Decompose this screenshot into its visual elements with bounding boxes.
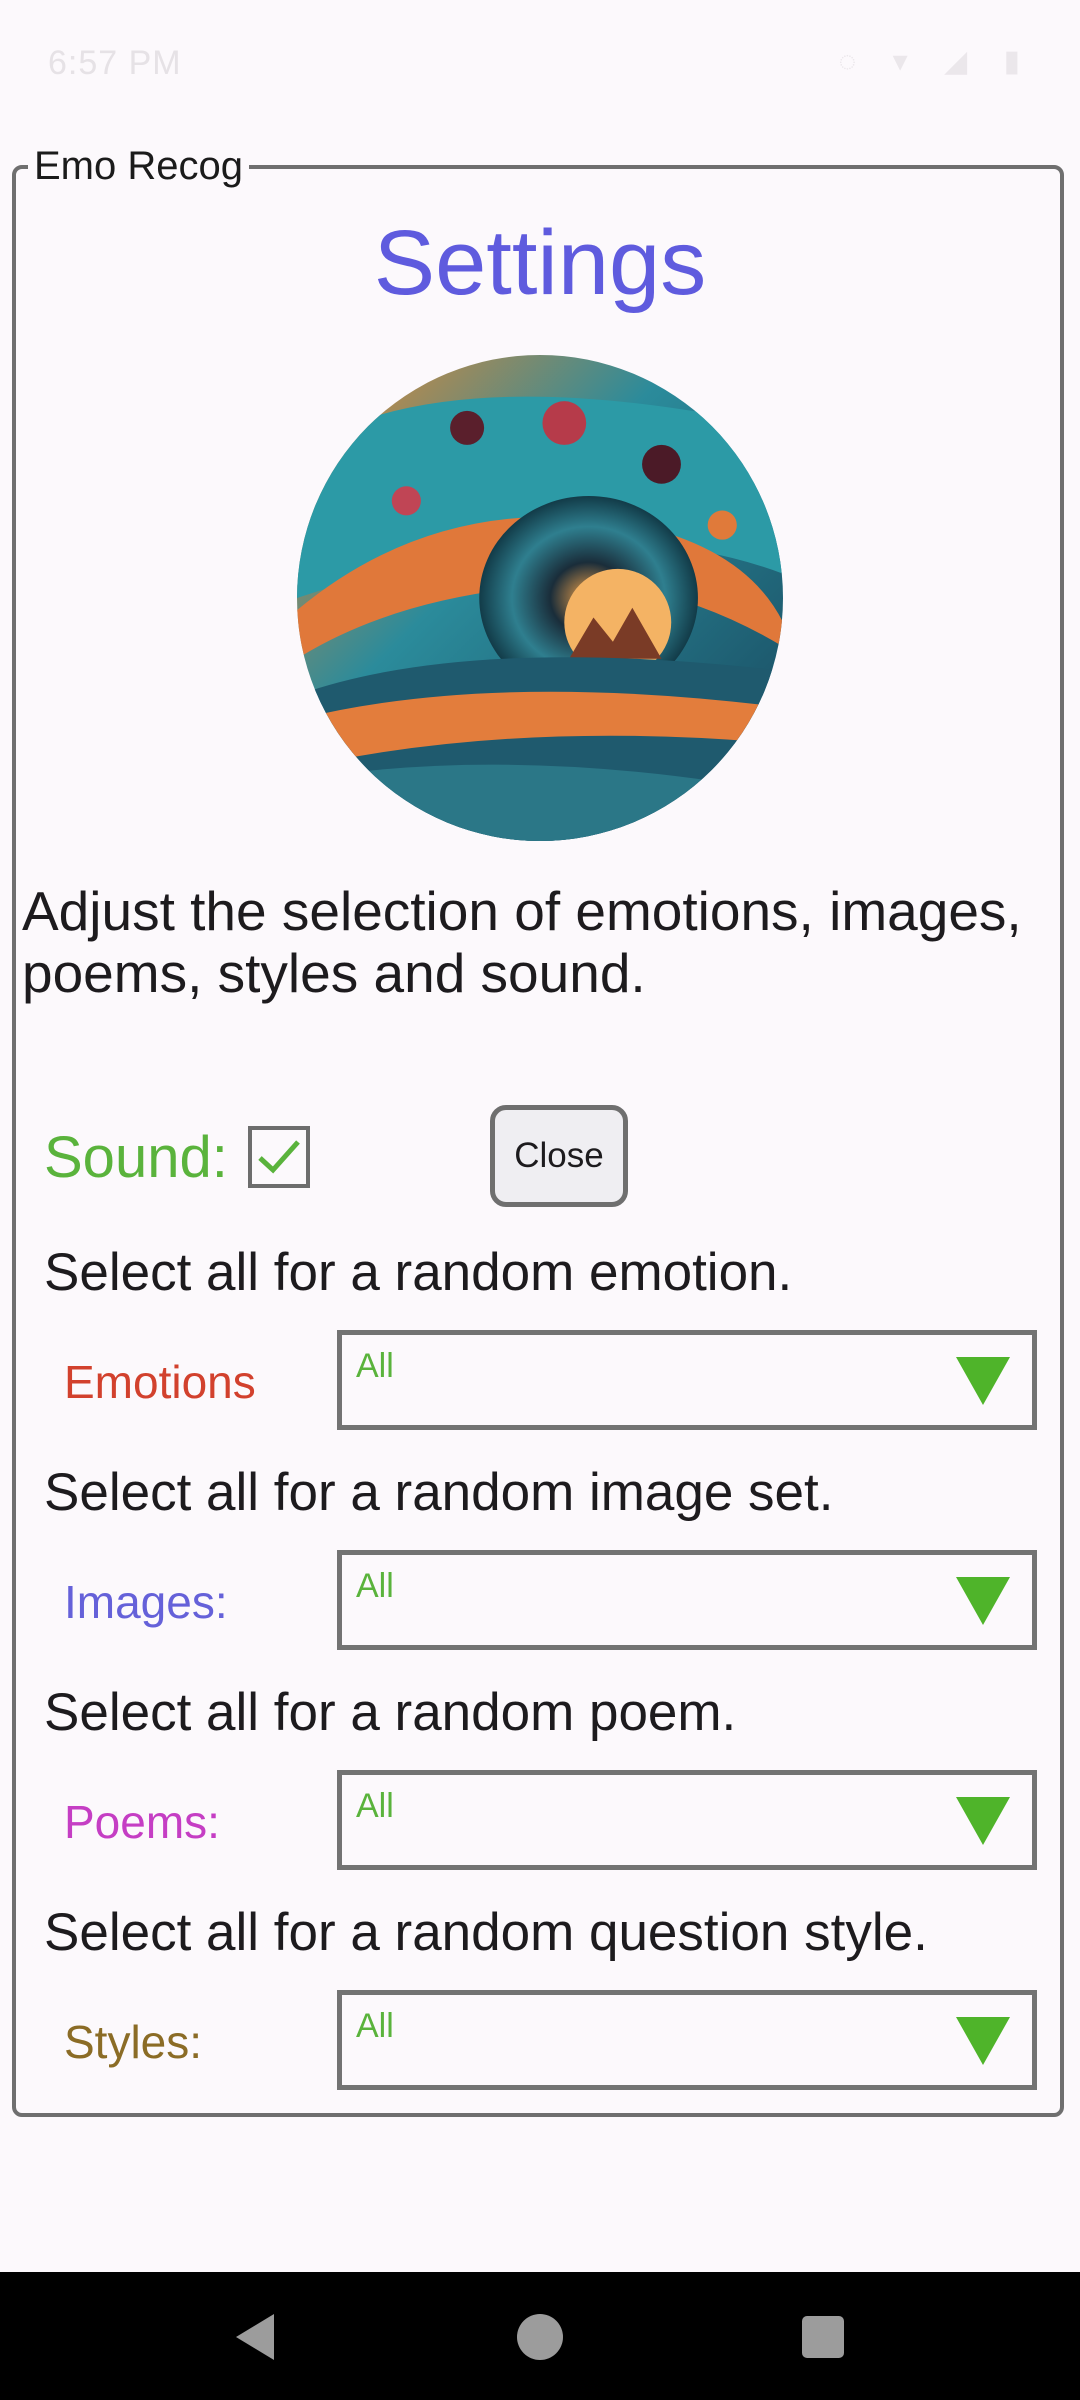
poems-hint: Select all for a random poem. — [44, 1683, 737, 1742]
emotions-select-value: All — [356, 1347, 394, 1385]
sound-checkbox[interactable] — [248, 1126, 310, 1188]
images-hint: Select all for a random image set. — [44, 1463, 834, 1522]
styles-label: Styles: — [64, 2016, 203, 2068]
check-icon — [258, 1140, 300, 1174]
eye-artwork — [297, 355, 783, 841]
intro-text: Adjust the selection of emotions, images… — [22, 880, 1022, 1004]
status-icons: ◌ ▾ ◢ ▮ — [838, 45, 1034, 78]
triangle-down-icon — [956, 1577, 1010, 1625]
triangle-down-icon — [956, 2017, 1010, 2065]
emotions-label: Emotions — [64, 1356, 256, 1408]
styles-select[interactable]: All — [337, 1990, 1037, 2090]
images-select-value: All — [356, 1567, 394, 1605]
emotions-hint: Select all for a random emotion. — [44, 1243, 793, 1302]
images-select[interactable]: All — [337, 1550, 1037, 1650]
emotions-select[interactable]: All — [337, 1330, 1037, 1430]
images-label: Images: — [64, 1576, 228, 1628]
home-icon[interactable] — [505, 2302, 575, 2372]
status-bar: 6:57 PM ◌ ▾ ◢ ▮ — [0, 0, 1080, 130]
poems-select[interactable]: All — [337, 1770, 1037, 1870]
navigation-bar — [0, 2272, 1080, 2400]
page-title: Settings — [373, 212, 707, 314]
poems-label: Poems: — [64, 1796, 220, 1848]
close-button[interactable]: Close — [490, 1105, 628, 1207]
styles-hint: Select all for a random question style. — [44, 1903, 928, 1962]
status-time: 6:57 PM — [48, 44, 182, 82]
sound-label: Sound: — [44, 1125, 228, 1190]
eye-artwork-image — [297, 355, 783, 841]
triangle-down-icon — [956, 1797, 1010, 1845]
dialog-legend: Emo Recog — [28, 143, 249, 189]
styles-select-value: All — [356, 2007, 394, 2045]
back-icon[interactable] — [222, 2302, 292, 2372]
triangle-down-icon — [956, 1357, 1010, 1405]
recents-icon[interactable] — [788, 2302, 858, 2372]
poems-select-value: All — [356, 1787, 394, 1825]
